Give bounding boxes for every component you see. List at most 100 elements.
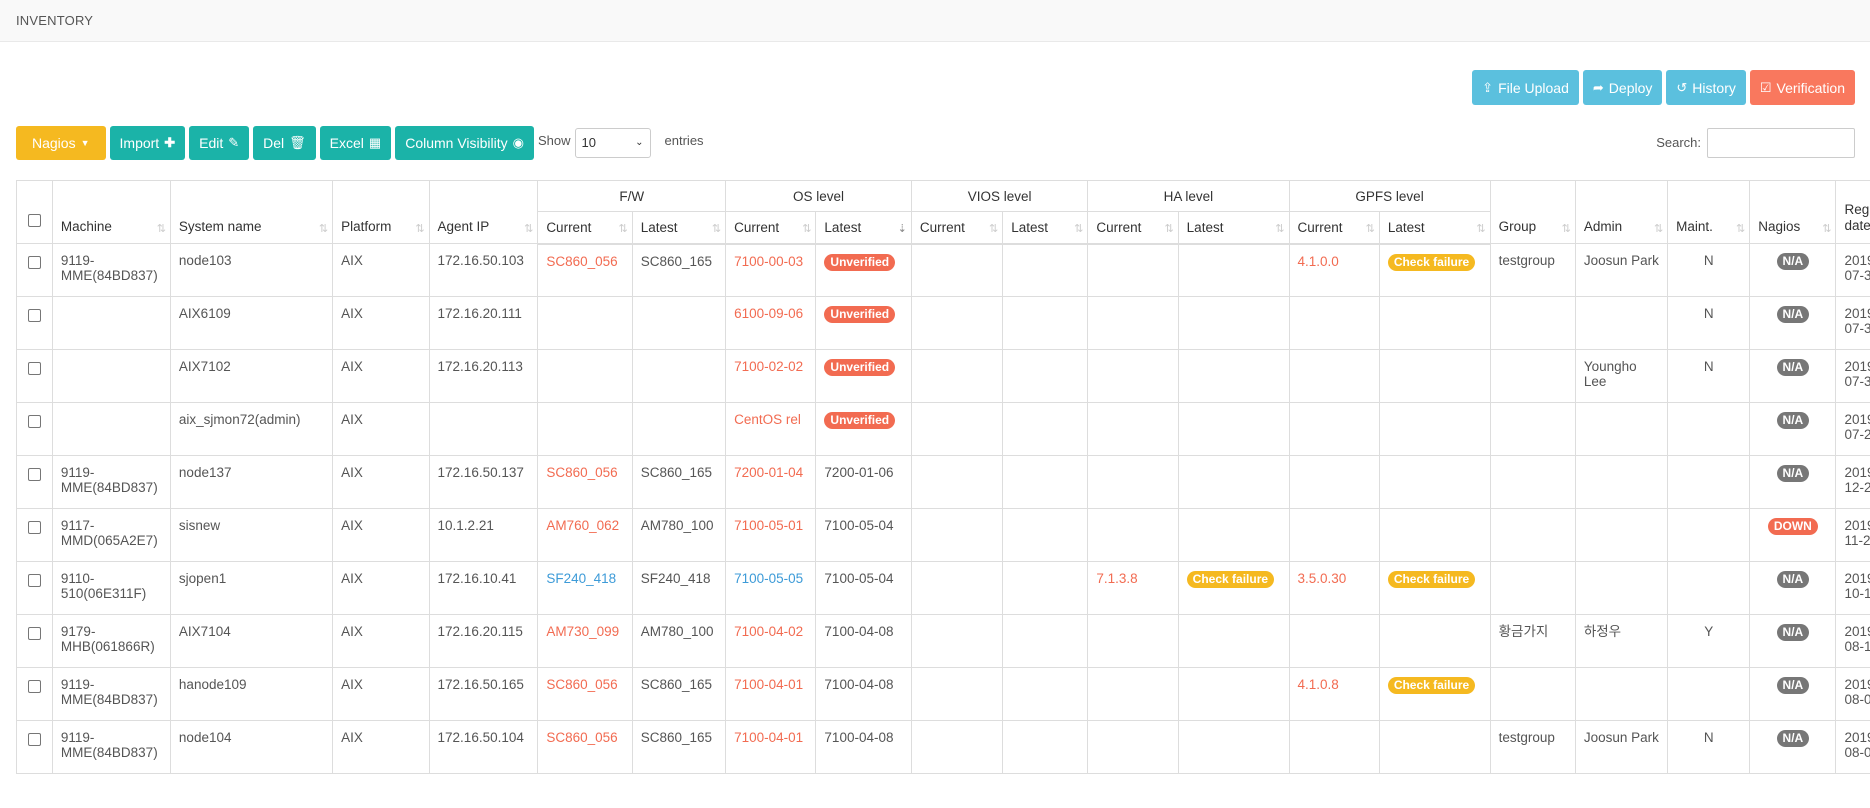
table-row[interactable]: 9110-510(06E311F) sjopen1 AIX 172.16.10.41 S…	[16, 561, 1870, 615]
cell-value: testgroup	[1498, 730, 1555, 745]
cell-value: 2019-11-20	[1844, 518, 1870, 548]
table-row[interactable]: 9117-MMD(065A2E7) sisnew AIX 10.1.2.21 AM760…	[16, 508, 1870, 562]
col-system-name[interactable]: System name ⇅	[169, 180, 334, 244]
page-size-select[interactable]: 10 ⌄	[574, 127, 651, 158]
cell-ha-cur	[1087, 667, 1179, 721]
table-row[interactable]: 9119-MME(84BD837) hanode109 AIX 172.16.50.1…	[16, 667, 1870, 721]
col-fw-current-label: Current	[546, 219, 592, 235]
row-select-cell	[16, 243, 53, 297]
cell-admin: Joosun Park	[1574, 720, 1669, 774]
table-row[interactable]: aix_sjmon72(admin) AIX CentOS rel Unverifie…	[16, 402, 1870, 456]
cell-value: node137	[178, 465, 232, 480]
cell-gpfs-lat	[1378, 614, 1491, 668]
col-gpfs-latest[interactable]: Latest ⇅	[1378, 211, 1491, 245]
cell-value: SF240_418	[546, 571, 617, 586]
deploy-button[interactable]: ➦ Deploy	[1582, 70, 1663, 105]
cell-admin	[1574, 561, 1669, 615]
col-maint[interactable]: Maint. ⇅	[1667, 180, 1751, 244]
table-row[interactable]: 9119-MME(84BD837) node137 AIX 172.16.50.137…	[16, 455, 1870, 509]
col-admin[interactable]: Admin ⇅	[1574, 180, 1669, 244]
col-agent-ip-label: Agent IP	[437, 219, 490, 234]
cell-value: 172.16.50.137	[437, 465, 524, 480]
col-group[interactable]: Group ⇅	[1489, 180, 1576, 244]
cell-value: 2019-07-31	[1844, 359, 1870, 389]
nagios-dropdown-button[interactable]: Nagios ▼	[16, 125, 106, 160]
cell-system: AIX7102	[169, 349, 334, 403]
cell-group	[1489, 296, 1576, 350]
cell-value: 7.1.3.8	[1096, 571, 1138, 586]
cell-nagios: N/A	[1749, 296, 1837, 350]
cell-value: 9119-MME(84BD837)	[60, 465, 158, 495]
cell-nagios: N/A	[1749, 667, 1837, 721]
edit-button[interactable]: Edit ✎	[189, 125, 250, 160]
cell-value: 2019-08-01	[1844, 677, 1870, 707]
cell-admin: 하정우	[1574, 614, 1669, 668]
row-select-cell	[16, 614, 53, 668]
col-os-current[interactable]: Current ⇅	[725, 211, 817, 245]
cell-fw-cur	[537, 349, 633, 403]
col-machine[interactable]: Machine ⇅	[51, 180, 171, 244]
verification-button[interactable]: ☑ Verification	[1749, 70, 1855, 105]
cell-os-lat: 7100-04-08	[815, 720, 912, 774]
cell-value: AIX	[341, 412, 363, 427]
col-reg-date-label: Reg date	[1844, 202, 1870, 233]
excel-button[interactable]: Excel ▦	[319, 125, 392, 160]
cell-value: AIX	[341, 306, 363, 321]
table-row[interactable]: 9119-MME(84BD837) node103 AIX 172.16.50.103…	[16, 243, 1870, 297]
cell-reg: 2019-10-18	[1835, 561, 1870, 615]
cell-gpfs-cur	[1288, 402, 1380, 456]
col-fw-latest[interactable]: Latest ⇅	[631, 211, 727, 245]
cell-gpfs-lat: Check failure	[1378, 561, 1491, 615]
row-checkbox[interactable]	[27, 309, 41, 322]
row-checkbox[interactable]	[27, 415, 41, 428]
table-row[interactable]: AIX6109 AIX 172.16.20.111 6100-09-06 Unverif…	[16, 296, 1870, 350]
sort-icon: ⇅	[318, 223, 328, 235]
search-input[interactable]	[1707, 127, 1855, 158]
cell-value: AM780_100	[640, 518, 714, 533]
row-checkbox[interactable]	[27, 574, 41, 587]
cell-value: SC860_056	[546, 677, 618, 692]
row-select-cell	[16, 455, 53, 509]
cell-vios-lat	[1002, 296, 1089, 350]
import-button[interactable]: Import ✚	[109, 125, 186, 160]
select-all-checkbox[interactable]	[27, 214, 41, 227]
table-row[interactable]: 9119-MME(84BD837) node104 AIX 172.16.50.104…	[16, 720, 1870, 774]
column-visibility-label: Column Visibility	[405, 134, 508, 151]
table-row[interactable]: AIX7102 AIX 172.16.20.113 7100-02-02 Unverif…	[16, 349, 1870, 403]
cell-vios-lat	[1002, 349, 1089, 403]
table-row[interactable]: 9179-MHB(061866R) AIX7104 AIX 172.16.20.115…	[16, 614, 1870, 668]
cell-platform: AIX	[332, 349, 430, 403]
col-platform[interactable]: Platform ⇅	[332, 180, 430, 244]
col-vios-latest[interactable]: Latest ⇅	[1002, 211, 1089, 245]
col-nagios[interactable]: Nagios ⇅	[1749, 180, 1837, 244]
cell-gpfs-cur	[1288, 720, 1380, 774]
row-checkbox[interactable]	[27, 362, 41, 375]
col-gpfs-current[interactable]: Current ⇅	[1288, 211, 1380, 245]
cell-value: SC860_056	[546, 730, 618, 745]
row-checkbox[interactable]	[27, 680, 41, 693]
delete-button[interactable]: Del 🗑	[253, 125, 316, 160]
history-button[interactable]: ↺ History	[1666, 70, 1746, 105]
group-os-level: OS level	[725, 180, 912, 212]
cell-vios-lat	[1002, 402, 1089, 456]
row-checkbox[interactable]	[27, 733, 41, 746]
row-checkbox[interactable]	[27, 627, 41, 640]
col-reg-date[interactable]: Reg date ⇅	[1835, 180, 1870, 244]
row-checkbox[interactable]	[27, 468, 41, 481]
cell-fw-cur	[537, 296, 633, 350]
cell-value: 4.1.0.0	[1297, 253, 1339, 269]
file-upload-button[interactable]: ⇪ File Upload	[1472, 70, 1579, 105]
col-ha-current[interactable]: Current ⇅	[1087, 211, 1179, 245]
cell-vios-lat	[1002, 561, 1089, 615]
row-checkbox[interactable]	[27, 521, 41, 534]
column-visibility-button[interactable]: Column Visibility ◉	[395, 125, 534, 160]
col-os-latest[interactable]: Latest ⇣	[815, 211, 912, 245]
col-fw-current[interactable]: Current ⇅	[537, 211, 633, 245]
col-agent-ip[interactable]: Agent IP ⇅	[428, 180, 539, 244]
cell-value: 7100-04-01	[734, 730, 804, 745]
row-checkbox[interactable]	[27, 256, 41, 269]
col-ha-latest[interactable]: Latest ⇅	[1177, 211, 1290, 245]
col-vios-current[interactable]: Current ⇅	[910, 211, 1004, 245]
status-badge: Unverified	[824, 359, 896, 376]
cell-value: 9179-MHB(061866R)	[60, 624, 155, 654]
